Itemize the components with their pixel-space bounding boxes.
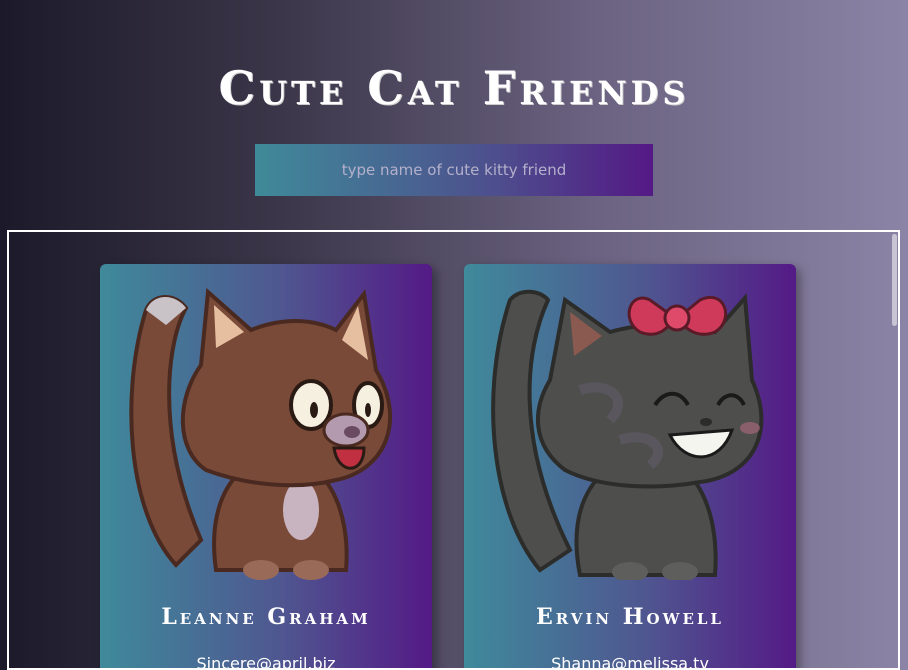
search-input[interactable]	[255, 144, 653, 196]
card-list-scroll-container[interactable]: Leanne Graham Sincere@april.biz Ervin Ho…	[7, 230, 900, 670]
gray-cat-bow-icon	[491, 289, 764, 580]
scrollbar-thumb[interactable]	[892, 234, 897, 326]
cat-name: Ervin Howell	[536, 604, 724, 630]
cat-card[interactable]: Leanne Graham Sincere@april.biz	[100, 264, 432, 670]
cat-email: Shanna@melissa.tv	[551, 654, 709, 670]
cat-card[interactable]: Ervin Howell Shanna@melissa.tv	[464, 264, 796, 670]
cat-name: Leanne Graham	[161, 604, 371, 630]
brown-cat-icon	[129, 287, 393, 580]
cat-email: Sincere@april.biz	[196, 654, 336, 670]
page-title: Cute Cat Friends	[218, 60, 690, 115]
